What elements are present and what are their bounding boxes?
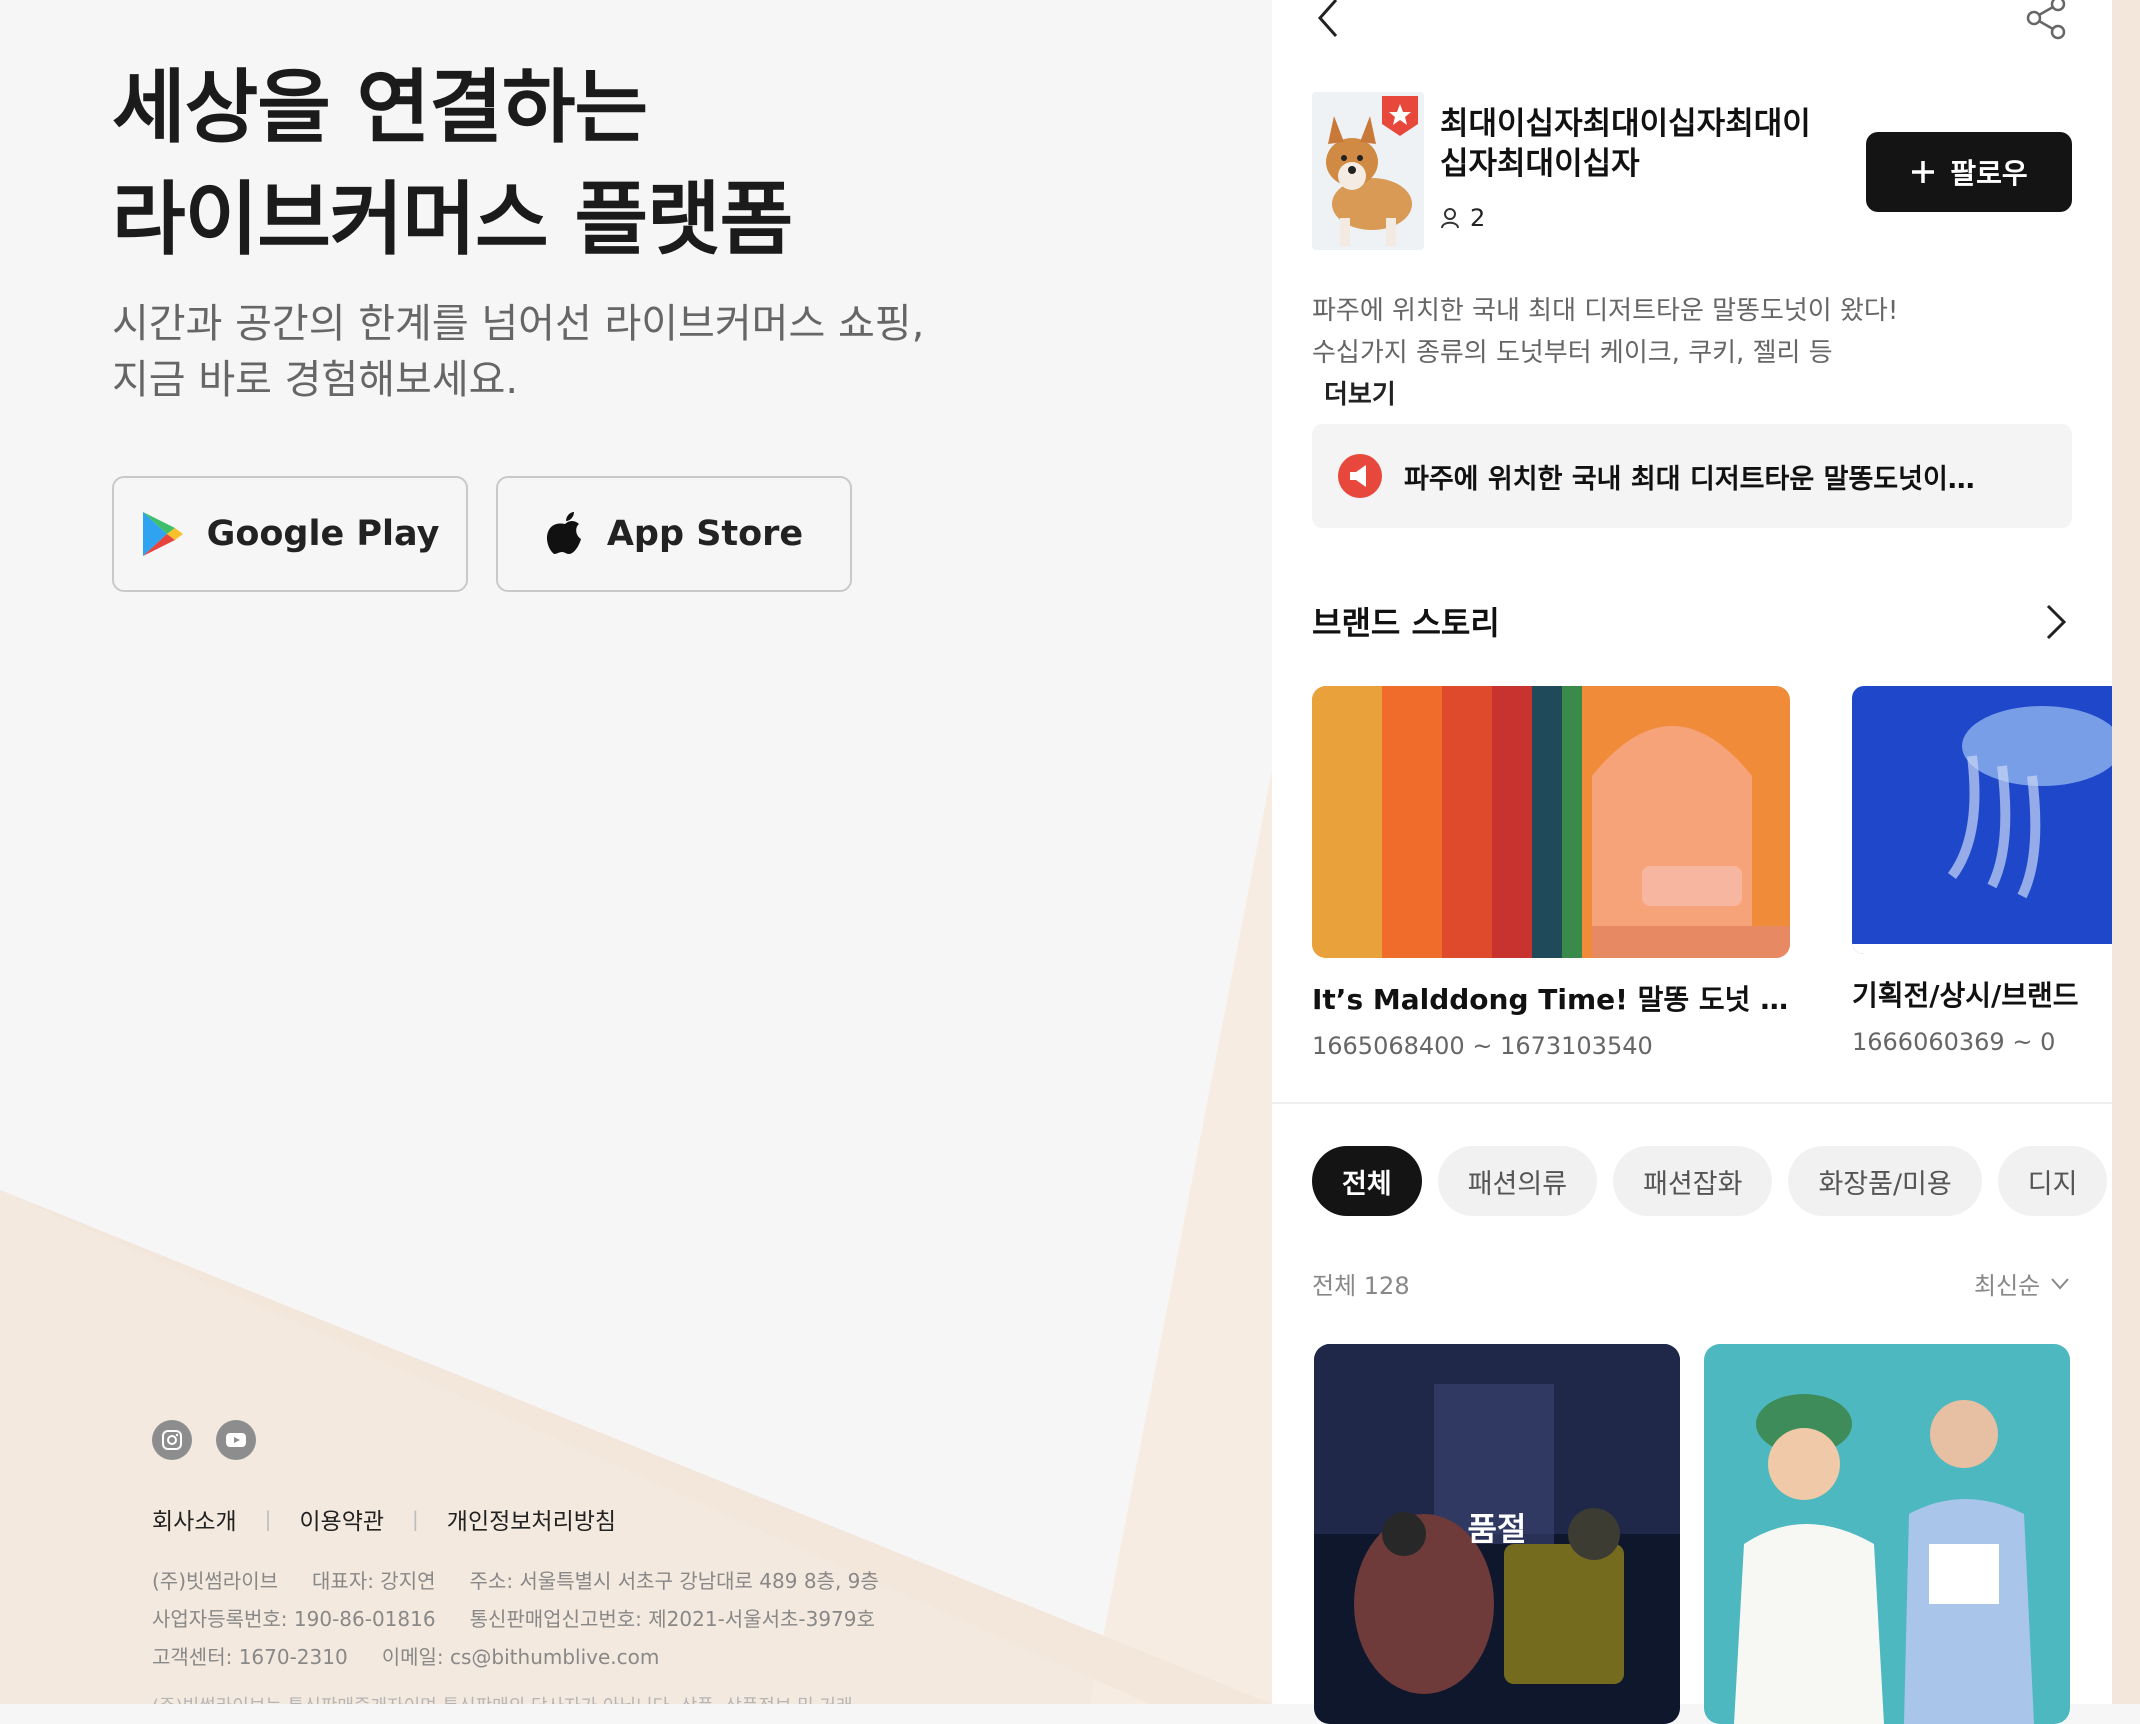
terms-link[interactable]: 이용약관 [299, 1502, 384, 1536]
story-title: It’s Malddong Time! 말똥 도넛 디저… [1312, 983, 1790, 1016]
shop-name-line2: 십자최대이십자 [1440, 146, 1640, 182]
ceo-name: 대표자: 강지연 [312, 1569, 436, 1593]
category-tab-cosmetics[interactable]: 화장품/미용 [1788, 1146, 1982, 1216]
footer: 회사소개 | 이용약관 | 개인정보처리방침 (주)빗썸라이브 대표자: 강지연… [152, 1420, 1232, 1704]
app-store-label: App Store [606, 514, 804, 554]
footer-links: 회사소개 | 이용약관 | 개인정보처리방침 [152, 1502, 1232, 1536]
instagram-icon[interactable] [152, 1420, 192, 1460]
product-card[interactable]: 품절 [1314, 1344, 1680, 1724]
story-thumbnail [1312, 686, 1790, 958]
brand-story-card[interactable]: 기획전/상시/브랜드 1666060369 ~ 0 [1852, 686, 2140, 1056]
megaphone-icon [1338, 454, 1382, 498]
company-address: 주소: 서울특별시 서초구 강남대로 489 8층, 9층 [469, 1569, 879, 1593]
google-play-icon [142, 512, 183, 556]
apple-icon [546, 512, 581, 554]
follower-number: 2 [1470, 204, 1486, 232]
hero-subtitle-line1: 시간과 공간의 한계를 넘어선 라이브커머스 쇼핑, [112, 301, 925, 347]
chevron-down-icon [2051, 1277, 2069, 1290]
share-icon[interactable] [2024, 0, 2068, 40]
product-card[interactable] [1704, 1344, 2070, 1724]
description-line2: 수십가지 종류의 도넛부터 케이크, 쿠키, 젤리 등더보기 [1312, 332, 1898, 416]
category-tabs: 전체 패션의류 패션잡화 화장품/미용 디지 [1312, 1146, 2108, 1216]
follower-count: 2 [1440, 204, 1485, 232]
page-edge-overlay [2112, 0, 2140, 1704]
hero-title: 세상을 연결하는 라이브커머스 플랫폼 [112, 52, 793, 276]
story-thumbnail [1852, 686, 2112, 954]
description-line1: 파주에 위치한 국내 최대 디저트타운 말똥도넛이 왔다! [1312, 296, 1899, 326]
category-tab-fashion-clothing[interactable]: 패션의류 [1437, 1146, 1598, 1216]
mail-order-number: 통신판매업신고번호: 제2021-서울서초-3979호 [469, 1607, 875, 1631]
youtube-icon[interactable] [216, 1420, 256, 1460]
person-icon [1441, 208, 1459, 229]
google-play-label: Google Play [206, 514, 440, 554]
follow-label: 팔로우 [1950, 157, 2028, 190]
story-title: 기획전/상시/브랜드 [1852, 979, 2079, 1012]
google-play-button[interactable]: Google Play [112, 476, 468, 592]
chevron-right-icon[interactable] [2040, 602, 2070, 642]
privacy-link[interactable]: 개인정보처리방침 [447, 1502, 616, 1536]
app-store-button[interactable]: App Store [496, 476, 852, 592]
hero-subtitle: 시간과 공간의 한계를 넘어선 라이브커머스 쇼핑, 지금 바로 경험해보세요. [112, 296, 924, 408]
landing-area: 세상을 연결하는 라이브커머스 플랫폼 시간과 공간의 한계를 넘어선 라이브커… [0, 0, 1272, 1704]
category-tab-all[interactable]: 전체 [1312, 1146, 1422, 1216]
shop-description: 파주에 위치한 국내 최대 디저트타운 말똥도넛이 왔다! 수십가지 종류의 도… [1312, 290, 1898, 416]
star-badge-icon [1382, 96, 1418, 136]
product-image [1704, 1344, 2070, 1724]
section-divider [1272, 1102, 2112, 1104]
contact-email: 이메일: cs@bithumblive.com [381, 1645, 660, 1669]
story-dates: 1665068400 ~ 1673103540 [1312, 1032, 1653, 1060]
company-intro-link[interactable]: 회사소개 [152, 1502, 237, 1536]
business-reg-number: 사업자등록번호: 190-86-01816 [152, 1607, 436, 1631]
link-separator: | [264, 1507, 272, 1531]
hero-title-line1: 세상을 연결하는 [112, 61, 648, 154]
sort-label: 최신순 [1974, 1272, 2041, 1300]
back-arrow-icon[interactable] [1310, 0, 1346, 40]
hero-subtitle-line2: 지금 바로 경험해보세요. [112, 357, 519, 403]
link-separator: | [412, 1507, 419, 1531]
company-info: (주)빗썸라이브 대표자: 강지연 주소: 서울특별시 서초구 강남대로 489… [152, 1562, 1232, 1676]
product-count: 전체 128 [1312, 1272, 1410, 1300]
sold-out-label: 품절 [1467, 1510, 1527, 1548]
sort-dropdown[interactable]: 최신순 [1974, 1266, 2070, 1301]
story-dates: 1666060369 ~ 0 [1852, 1028, 2056, 1056]
hero-title-line2: 라이브커머스 플랫폼 [112, 173, 793, 266]
disclaimer: (주)빗썸라이브는 통신판매중개자이며 통신판매의 당사자가 아닙니다. 상품,… [152, 1692, 1232, 1704]
follow-button[interactable]: 팔로우 [1866, 132, 2072, 212]
notice-text: 파주에 위치한 국내 최대 디저트타운 말똥도넛이… [1404, 463, 1975, 495]
shop-name: 최대이십자최대이십자최대이 십자최대이십자 [1440, 104, 1860, 184]
social-links [152, 1420, 1232, 1460]
shop-name-line1: 최대이십자최대이십자최대이 [1440, 106, 1811, 142]
category-tab-digital[interactable]: 디지 [1997, 1146, 2108, 1216]
description-line2-text: 수십가지 종류의 도넛부터 케이크, 쿠키, 젤리 등 [1312, 338, 1833, 368]
customer-center: 고객센터: 1670-2310 [152, 1645, 348, 1669]
more-button[interactable]: 더보기 [1324, 380, 1396, 410]
notice-banner[interactable]: 파주에 위치한 국내 최대 디저트타운 말똥도넛이… [1312, 424, 2072, 528]
category-tab-fashion-accessories[interactable]: 패션잡화 [1613, 1146, 1773, 1216]
brand-story-card[interactable]: It’s Malddong Time! 말똥 도넛 디저… 1665068400… [1312, 686, 1790, 1060]
plus-icon [1912, 161, 1935, 183]
brand-story-title: 브랜드 스토리 [1312, 604, 1500, 642]
company-name: (주)빗썸라이브 [152, 1569, 279, 1593]
